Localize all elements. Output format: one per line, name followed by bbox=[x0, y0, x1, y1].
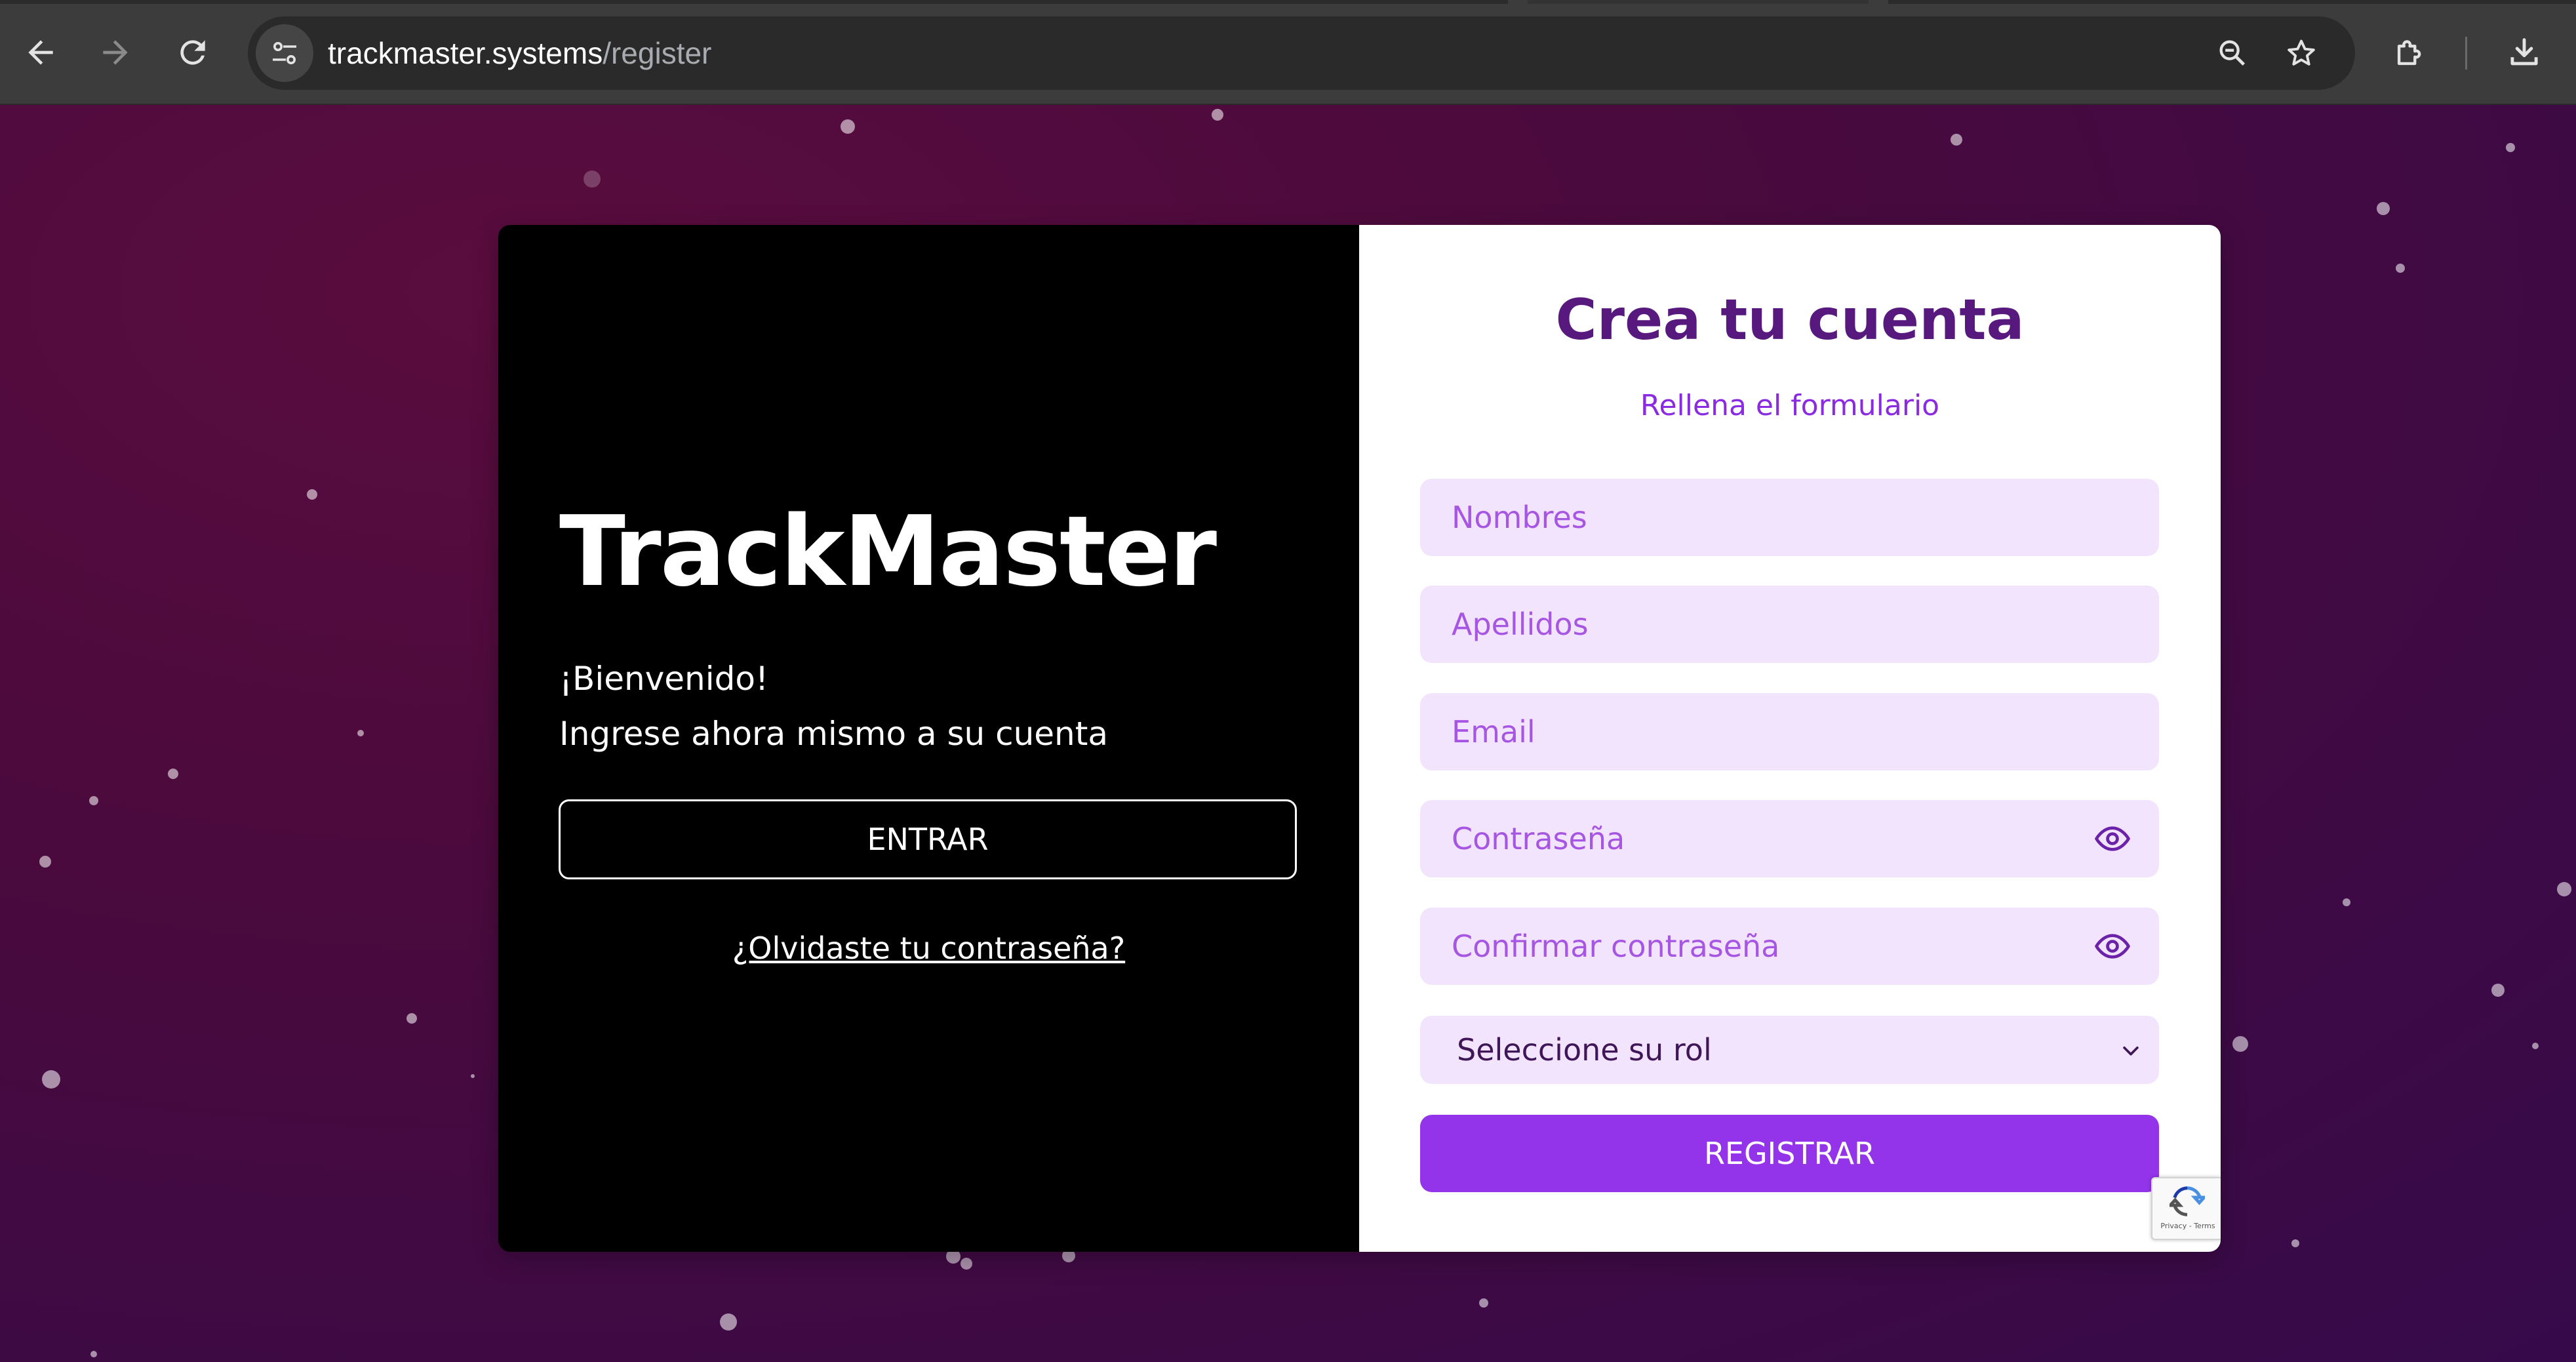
puzzle-icon bbox=[2397, 40, 2421, 66]
background-particle bbox=[2291, 1239, 2299, 1247]
background-particle bbox=[1951, 134, 1962, 146]
background-particle bbox=[90, 1351, 97, 1357]
eye-icon bbox=[2095, 826, 2130, 851]
last-name-field bbox=[1420, 586, 2159, 663]
background-particle bbox=[406, 1013, 417, 1024]
first-name-input[interactable] bbox=[1420, 479, 2159, 556]
form-subtitle: Rellena el formulario bbox=[1640, 389, 1940, 422]
forgot-password-link[interactable]: ¿Olvidaste tu contraseña? bbox=[498, 931, 1359, 966]
background-particle bbox=[2396, 264, 2405, 273]
tab-strip-edge bbox=[0, 0, 1508, 4]
background-particle bbox=[42, 1070, 60, 1089]
background-particle bbox=[961, 1258, 972, 1270]
enter-button[interactable]: ENTRAR bbox=[559, 799, 1297, 879]
site-info-button[interactable] bbox=[256, 24, 313, 82]
reload-button[interactable] bbox=[159, 18, 227, 87]
welcome-subtitle: Ingrese ahora mismo a su cuenta bbox=[559, 715, 1108, 753]
browser-toolbar: trackmaster.systems/register bbox=[0, 0, 2576, 105]
toggle-password-visibility[interactable] bbox=[2093, 820, 2131, 857]
background-particle bbox=[307, 489, 317, 500]
background-particle bbox=[720, 1313, 737, 1331]
background-particle bbox=[2532, 1043, 2539, 1049]
tab-strip-edge bbox=[1888, 0, 2576, 4]
back-button[interactable] bbox=[7, 18, 75, 87]
eye-icon bbox=[2095, 934, 2130, 959]
background-particle bbox=[841, 119, 855, 134]
arrow-right-icon bbox=[103, 40, 128, 65]
email-field bbox=[1420, 693, 2159, 771]
confirm-password-field bbox=[1420, 908, 2159, 985]
background-particle bbox=[357, 730, 364, 736]
address-bar[interactable]: trackmaster.systems/register bbox=[248, 16, 2355, 90]
password-field bbox=[1420, 800, 2159, 877]
last-name-input[interactable] bbox=[1420, 586, 2159, 663]
recaptcha-icon bbox=[2170, 1186, 2205, 1216]
background-particle bbox=[1212, 109, 1223, 121]
password-input[interactable] bbox=[1420, 800, 2159, 877]
background-particle bbox=[2491, 984, 2505, 997]
welcome-panel: TrackMaster ¡Bienvenido! Ingrese ahora m… bbox=[498, 225, 1359, 1252]
bookmark-button[interactable] bbox=[2274, 26, 2329, 81]
background-particle bbox=[471, 1074, 475, 1078]
recaptcha-badge[interactable]: Privacy - Terms bbox=[2151, 1177, 2221, 1240]
first-name-field bbox=[1420, 479, 2159, 556]
register-card: TrackMaster ¡Bienvenido! Ingrese ahora m… bbox=[498, 225, 2221, 1252]
background-particle bbox=[2232, 1036, 2248, 1052]
download-icon bbox=[2510, 38, 2538, 66]
register-form: Crea tu cuenta Rellena el formulario Nom… bbox=[1359, 225, 2221, 1252]
brand-title: TrackMaster bbox=[559, 495, 1217, 608]
url-path: /register bbox=[603, 36, 712, 70]
downloads-button[interactable] bbox=[2490, 18, 2558, 87]
background-particle bbox=[2377, 202, 2390, 215]
email-input[interactable] bbox=[1420, 693, 2159, 771]
confirm-password-input[interactable] bbox=[1420, 908, 2159, 985]
welcome-greeting: ¡Bienvenido! bbox=[559, 660, 768, 698]
toolbar-separator bbox=[2465, 37, 2467, 70]
background-particle bbox=[89, 796, 98, 805]
background-particle bbox=[168, 769, 178, 779]
reload-icon bbox=[180, 40, 205, 65]
welcome-message: ¡Bienvenido! Ingrese ahora mismo a su cu… bbox=[559, 651, 1108, 761]
url-host: trackmaster.systems bbox=[328, 36, 603, 70]
forward-button[interactable] bbox=[81, 18, 149, 87]
zoom-button[interactable] bbox=[2205, 26, 2260, 81]
tab-strip-edge bbox=[1528, 0, 1869, 4]
chevron-down-icon bbox=[2123, 1046, 2139, 1056]
background-particle bbox=[39, 856, 51, 868]
background-particle bbox=[584, 170, 601, 188]
background-particle bbox=[2557, 882, 2571, 896]
extensions-button[interactable] bbox=[2376, 18, 2444, 87]
background-particle bbox=[2506, 143, 2515, 152]
role-select[interactable]: Seleccione su rol bbox=[1420, 1016, 2159, 1084]
zoom-out-icon bbox=[2219, 40, 2246, 66]
role-select-value: Seleccione su rol bbox=[1457, 1032, 1712, 1068]
background-particle bbox=[2343, 898, 2350, 906]
url-text[interactable]: trackmaster.systems/register bbox=[328, 16, 711, 90]
background-particle bbox=[1479, 1298, 1488, 1308]
toggle-confirm-password-visibility[interactable] bbox=[2093, 928, 2131, 965]
arrow-left-icon bbox=[28, 40, 53, 65]
star-icon bbox=[2288, 39, 2315, 66]
tune-icon bbox=[273, 42, 296, 64]
form-title: Crea tu cuenta bbox=[1555, 287, 2025, 353]
recaptcha-links[interactable]: Privacy - Terms bbox=[2155, 1222, 2221, 1230]
register-button[interactable]: REGISTRAR bbox=[1420, 1115, 2159, 1192]
